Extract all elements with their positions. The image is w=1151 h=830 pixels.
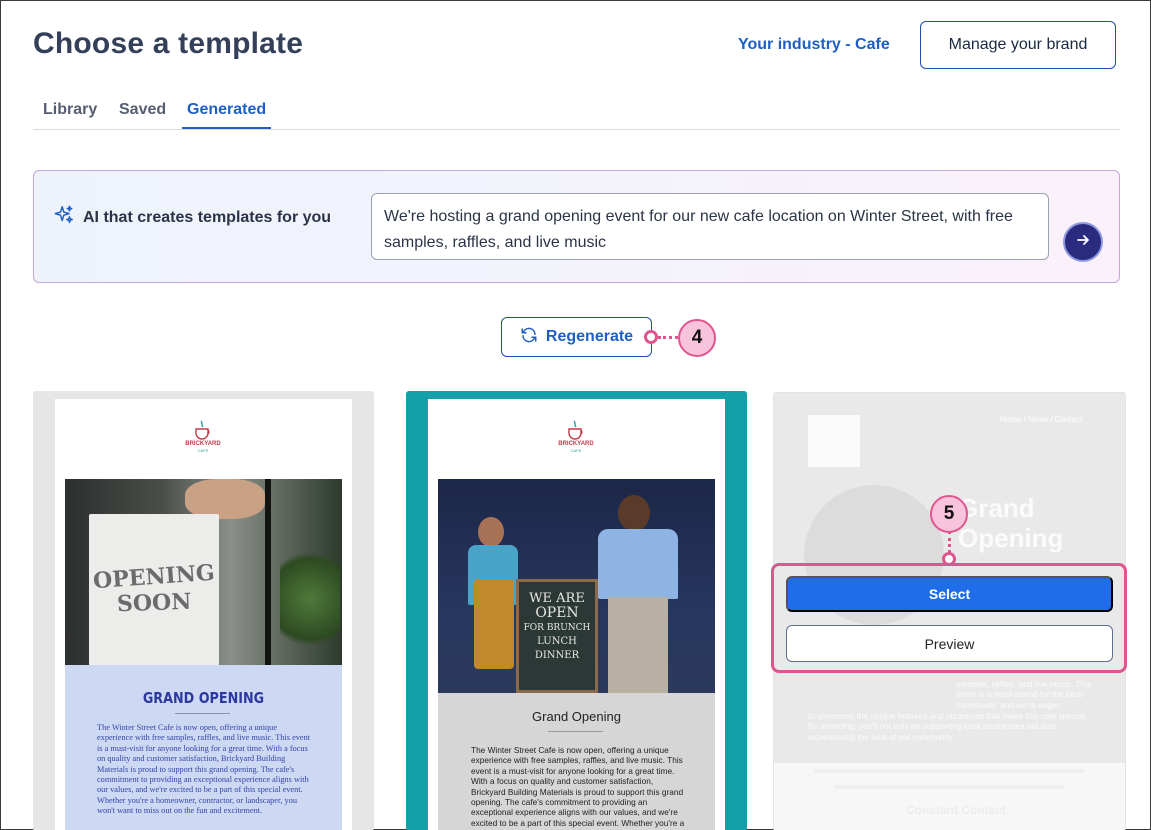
footer-brand: Constant Contact [906, 803, 1006, 817]
brand-logo: BRICKYARD CAFE [548, 419, 604, 453]
ai-prompt-input[interactable]: We're hosting a grand opening event for … [371, 193, 1049, 260]
regenerate-label: Regenerate [545, 328, 634, 345]
callout-connector-line [658, 336, 678, 339]
template-body: to showcase the unique features and attr… [808, 711, 1087, 742]
sign-line-4: LUNCH [537, 636, 577, 647]
template-preview: BRICKYARD CAFE WE ARE OPEN FOR BRUNCH LU… [428, 399, 725, 830]
template-card-2[interactable]: BRICKYARD CAFE WE ARE OPEN FOR BRUNCH LU… [406, 391, 747, 830]
opening-soon-sign: OPENING SOON [89, 514, 219, 665]
heading-line-1: Grand [958, 493, 1035, 523]
regenerate-button[interactable]: Regenerate [501, 317, 652, 357]
callout-connector-dot [942, 552, 956, 566]
logo-sub: CAFE [570, 448, 582, 453]
divider [548, 731, 603, 732]
content-section: Grand Opening The Winter Street Cafe is … [438, 693, 715, 830]
hero-photo: WE ARE OPEN FOR BRUNCH LUNCH DINNER [438, 479, 715, 693]
sparkle-icon [53, 204, 75, 231]
template-nav: Home / News / Contact [1000, 415, 1083, 424]
chalkboard-sign: WE ARE OPEN FOR BRUNCH LUNCH DINNER [516, 579, 598, 693]
template-heading: GRAND OPENING [142, 689, 265, 707]
divider [175, 713, 230, 714]
ai-panel-title-text: AI that creates templates for you [83, 208, 332, 226]
logo-name: BRICKYARD [558, 441, 594, 447]
tab-generated[interactable]: Generated [182, 101, 272, 129]
logo-sub: CAFE [197, 448, 209, 453]
preview-button[interactable]: Preview [786, 625, 1113, 662]
logo-placeholder [808, 415, 860, 467]
tab-saved[interactable]: Saved [119, 101, 166, 127]
template-heading: Grand Opening [532, 709, 621, 724]
coffee-cup-icon [568, 420, 583, 440]
tab-library[interactable]: Library [43, 101, 97, 127]
hero-photo: OPENING SOON [65, 479, 342, 665]
industry-link[interactable]: Your industry - Cafe [738, 36, 890, 54]
manage-brand-button[interactable]: Manage your brand [920, 21, 1116, 69]
sign-line-2: OPEN [535, 605, 579, 621]
submit-prompt-button[interactable] [1063, 222, 1103, 262]
template-heading: Grand Opening [958, 493, 1063, 553]
template-body: The Winter Street Cafe is now open, offe… [97, 723, 311, 816]
brand-logo: BRICKYARD CAFE [175, 419, 231, 453]
callout-badge-5: 5 [930, 495, 968, 533]
coffee-cup-icon [195, 420, 210, 440]
template-card-1[interactable]: BRICKYARD CAFE OPENING SOON GRAND OPENIN… [33, 391, 374, 830]
sign-line-3: FOR BRUNCH [523, 623, 591, 633]
refresh-icon [520, 326, 538, 349]
arrow-right-icon [1075, 232, 1091, 253]
page-title: Choose a template [33, 27, 304, 60]
content-section: GRAND OPENING The Winter Street Cafe is … [65, 665, 342, 830]
ai-panel-title: AI that creates templates for you [53, 204, 331, 231]
sign-line-2: SOON [116, 588, 192, 618]
callout-connector-line [948, 531, 951, 553]
template-preview: BRICKYARD CAFE OPENING SOON GRAND OPENIN… [55, 399, 352, 830]
callout-badge-4: 4 [678, 319, 716, 357]
sign-line-1: WE ARE [529, 591, 585, 606]
template-footer: Constant Contact [774, 763, 1125, 830]
select-button[interactable]: Select [786, 576, 1113, 612]
sign-line-5: DINNER [534, 650, 580, 661]
tab-bar: Library Saved Generated [33, 101, 1120, 130]
template-side-text: samples, raffles, and live music. This e… [956, 679, 1092, 710]
heading-line-2: Opening [958, 523, 1064, 553]
template-body: The Winter Street Cafe is now open, offe… [471, 745, 685, 830]
callout-connector-dot [644, 330, 658, 344]
logo-name: BRICKYARD [185, 441, 221, 447]
